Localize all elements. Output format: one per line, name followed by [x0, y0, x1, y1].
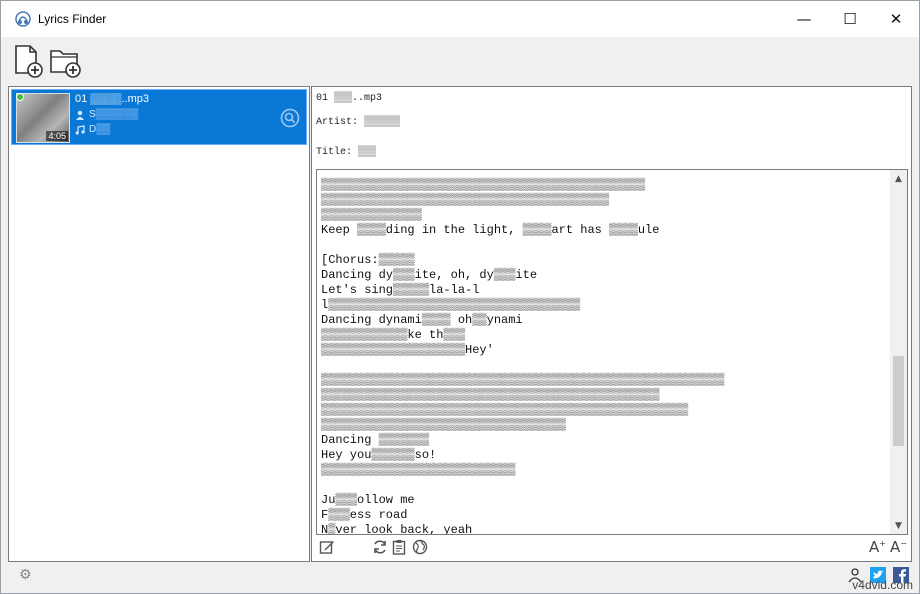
detail-title: Title: ▒▒▒ [316, 147, 376, 158]
clipboard-icon[interactable] [391, 539, 407, 555]
maximize-button[interactable]: ☐ [827, 1, 873, 37]
detail-artist: Artist: ▒▒▒▒▒▒ [316, 117, 400, 128]
lyrics-line: ▒▒▒▒▒▒▒▒▒▒▒▒ke th▒▒▒ [321, 328, 466, 342]
vertical-scrollbar[interactable]: ▲ ▼ [890, 170, 907, 534]
search-lyrics-icon[interactable] [280, 108, 300, 128]
toolbar [1, 37, 919, 85]
globe-icon[interactable] [412, 539, 428, 555]
lyrics-line: ▒▒▒▒▒▒▒▒▒▒▒▒▒▒▒▒▒▒▒▒▒▒▒▒▒▒▒▒▒▒▒▒▒▒ [321, 418, 566, 432]
title-value: ▒▒▒ [358, 147, 377, 158]
lyrics-line: Let's sing▒▒▒▒▒la-la-l [321, 283, 480, 297]
lyrics-line: ▒▒▒▒▒▒▒▒▒▒▒▒▒▒▒▒▒▒▒▒▒▒▒▒▒▒▒▒▒▒▒▒▒▒▒▒▒▒▒▒… [321, 388, 660, 402]
close-button[interactable]: ✕ [873, 1, 919, 37]
lyrics-line: Dancing dynami▒▒▒▒ oh▒▒ynami [321, 313, 523, 327]
lyrics-line: ▒▒▒▒▒▒▒▒▒▒▒▒▒▒▒▒▒▒▒▒Hey' [321, 343, 494, 357]
track-artist-row: S▒▒▒▒▒▒ [75, 109, 138, 120]
scroll-down-icon[interactable]: ▼ [890, 517, 907, 534]
lyrics-line: ▒▒▒▒▒▒▒▒▒▒▒▒▒▒▒▒▒▒▒▒▒▒▒▒▒▒▒ [321, 463, 516, 477]
file-add-icon[interactable] [11, 43, 45, 79]
lyrics-line: Dancing dy▒▒▒ite, oh, dy▒▒▒ite [321, 268, 538, 282]
app-logo-icon [15, 11, 31, 27]
music-note-icon [75, 124, 85, 135]
refresh-icon[interactable] [372, 539, 388, 555]
lyrics-line [321, 358, 886, 373]
font-increase-mark: + [879, 539, 886, 548]
lyrics-editor[interactable]: ▒▒▒▒▒▒▒▒▒▒▒▒▒▒▒▒▒▒▒▒▒▒▒▒▒▒▒▒▒▒▒▒▒▒▒▒▒▒▒▒… [316, 169, 908, 535]
lyrics-found-badge [16, 93, 24, 101]
album-cover: 4:05 [16, 93, 70, 143]
app-window: Lyrics Finder — ☐ ✕ 4:05 01 ▒▒▒▒..mp3 S▒… [0, 0, 920, 594]
details-pane: 01 ▒▒▒..mp3 Artist: ▒▒▒▒▒▒ Title: ▒▒▒ ▒▒… [311, 86, 912, 562]
lyrics-text[interactable]: ▒▒▒▒▒▒▒▒▒▒▒▒▒▒▒▒▒▒▒▒▒▒▒▒▒▒▒▒▒▒▒▒▒▒▒▒▒▒▒▒… [321, 178, 886, 535]
track-list-item[interactable]: 4:05 01 ▒▒▒▒..mp3 S▒▒▒▒▒▒ D▒▒ [11, 89, 307, 145]
folder-add-icon[interactable] [49, 43, 83, 79]
lyrics-line: ▒▒▒▒▒▒▒▒▒▒▒▒▒▒▒▒▒▒▒▒▒▒▒▒▒▒▒▒▒▒▒▒▒▒▒▒▒▒▒▒ [321, 193, 610, 207]
font-decrease-button[interactable]: A− [890, 538, 907, 556]
lyrics-line: Hey you▒▒▒▒▒▒so! [321, 448, 437, 462]
lyrics-line [321, 238, 886, 253]
lyrics-line: ▒▒▒▒▒▒▒▒▒▒▒▒▒▒ [321, 208, 422, 222]
lyrics-line: Keep ▒▒▒▒ding in the light, ▒▒▒▒art has … [321, 223, 660, 237]
detail-file-name: 01 ▒▒▒..mp3 [316, 93, 383, 104]
artist-value: ▒▒▒▒▒▒ [364, 117, 401, 128]
lyrics-line: ▒▒▒▒▒▒▒▒▒▒▒▒▒▒▒▒▒▒▒▒▒▒▒▒▒▒▒▒▒▒▒▒▒▒▒▒▒▒▒▒… [321, 178, 646, 192]
font-increase-button[interactable]: A+ [869, 538, 886, 556]
lyrics-line: ▒▒▒▒▒▒▒▒▒▒▒▒▒▒▒▒▒▒▒▒▒▒▒▒▒▒▒▒▒▒▒▒▒▒▒▒▒▒▒▒… [321, 373, 725, 387]
edit-icon[interactable] [319, 539, 335, 555]
title-bar[interactable]: Lyrics Finder — ☐ ✕ [1, 1, 919, 37]
track-file-name: 01 ▒▒▒▒..mp3 [75, 93, 149, 105]
lyrics-line: [Chorus:▒▒▒▒▒ [321, 253, 415, 267]
track-artist: S▒▒▒▒▒▒ [89, 109, 139, 120]
track-title-row: D▒▒ [75, 124, 110, 135]
font-decrease-glyph: A [890, 538, 901, 556]
artist-label: Artist: [316, 117, 359, 128]
watermark: v4dvid.com [852, 578, 913, 592]
track-list[interactable]: 4:05 01 ▒▒▒▒..mp3 S▒▒▒▒▒▒ D▒▒ [8, 86, 310, 562]
title-label: Title: [316, 147, 353, 158]
status-bar: ⚙ v4dvid.com [1, 563, 919, 593]
scroll-thumb[interactable] [893, 356, 904, 446]
lyrics-line: Dancing ▒▒▒▒▒▒▒ [321, 433, 430, 447]
lyrics-line: F▒▒▒ess road [321, 508, 408, 522]
track-duration: 4:05 [46, 131, 68, 141]
lyrics-line: Ju▒▒▒ollow me [321, 493, 415, 507]
font-increase-glyph: A [869, 538, 880, 556]
gear-icon[interactable]: ⚙ [19, 567, 32, 583]
user-icon [76, 110, 84, 120]
lyrics-line: ▒▒▒▒▒▒▒▒▒▒▒▒▒▒▒▒▒▒▒▒▒▒▒▒▒▒▒▒▒▒▒▒▒▒▒▒▒▒▒▒… [321, 403, 689, 417]
lyrics-toolbar: A+ A− [316, 538, 908, 558]
lyrics-line: N▒ver look back, yeah [321, 523, 473, 535]
minimize-button[interactable]: — [781, 1, 827, 37]
lyrics-line [321, 478, 886, 493]
track-title: D▒▒ [89, 124, 111, 135]
lyrics-line: l▒▒▒▒▒▒▒▒▒▒▒▒▒▒▒▒▒▒▒▒▒▒▒▒▒▒▒▒▒▒▒▒▒▒▒ [321, 298, 581, 312]
window-title: Lyrics Finder [38, 12, 107, 26]
scroll-up-icon[interactable]: ▲ [890, 170, 907, 187]
font-decrease-mark: − [900, 539, 907, 548]
